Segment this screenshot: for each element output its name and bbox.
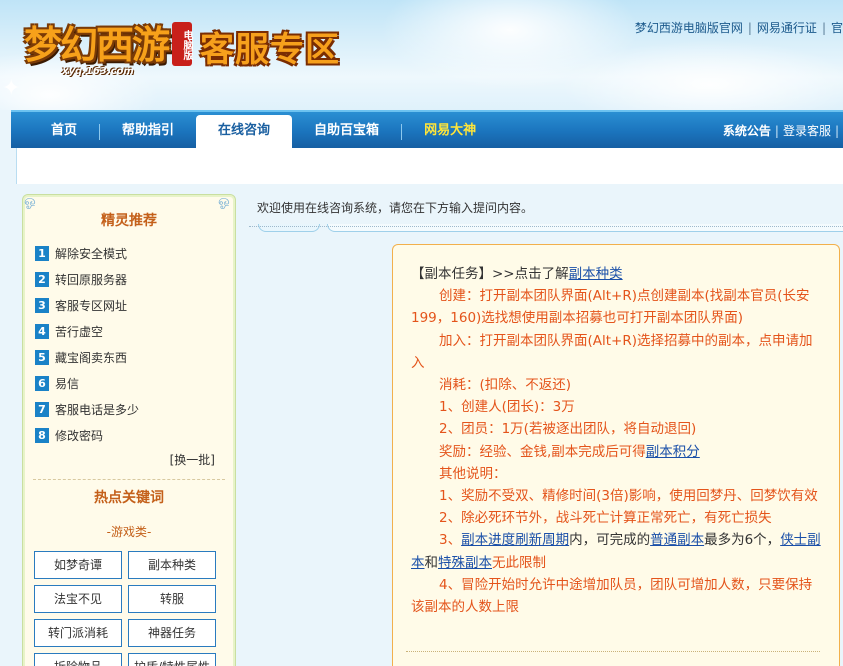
answer-line: 2、团员：1万(若被逐出团队，将自动退回) bbox=[439, 421, 697, 438]
list-item-label[interactable]: 客服电话是多少 bbox=[55, 401, 139, 418]
keyword-button[interactable]: 拆除物品 bbox=[34, 653, 122, 666]
main-nav: 首页 帮助指引 在线咨询 自助百宝箱 网易大神 系统公告 | 登录客服 | bbox=[11, 110, 843, 150]
number-badge: 1 bbox=[35, 245, 49, 261]
nav-self-service[interactable]: 自助百宝箱 bbox=[292, 112, 401, 148]
page-title: 客服专区 bbox=[200, 30, 340, 70]
swirl-icon: ஓ bbox=[24, 193, 36, 209]
nav-home[interactable]: 首页 bbox=[11, 112, 99, 148]
list-item-label[interactable]: 解除安全模式 bbox=[55, 245, 127, 262]
site-header: ✦ 梦幻西游 电脑版 xyq.163.com 客服专区 梦幻西游电脑版官网 | 网易… bbox=[0, 0, 843, 110]
logo-url: xyq.163.com bbox=[62, 66, 134, 77]
number-badge: 5 bbox=[35, 349, 49, 365]
keyword-button[interactable]: 神器任务 bbox=[128, 619, 216, 647]
welcome-message: 欢迎使用在线咨询系统，请您在下方输入提问内容。 bbox=[257, 201, 534, 215]
answer-line-text: 和 bbox=[424, 554, 439, 571]
list-item[interactable]: 1 解除安全模式 bbox=[35, 240, 225, 266]
answer-line: 消耗：(扣除、不返还) bbox=[439, 377, 572, 394]
logo-edition-badge: 电脑版 bbox=[172, 22, 192, 66]
nav-right-links: 系统公告 | 登录客服 | bbox=[723, 112, 843, 148]
answer-bubble: 【副本任务】>>点击了解副本种类 创建：打开副本团队界面(Alt+R)点创建副本… bbox=[392, 244, 840, 666]
number-badge: 7 bbox=[35, 401, 49, 417]
hot-keywords-heading: 热点关键词 bbox=[94, 490, 164, 506]
divider bbox=[249, 226, 843, 227]
link-netease-passport[interactable]: 网易通行证 bbox=[757, 21, 817, 35]
list-item-label[interactable]: 藏宝阁卖东西 bbox=[55, 349, 127, 366]
number-badge: 8 bbox=[35, 427, 49, 443]
list-item[interactable]: 7 客服电话是多少 bbox=[35, 396, 225, 422]
answer-line: 1、奖励不受双、精修时间(3倍)影响，使用回梦丹、回梦饮有效 bbox=[439, 488, 818, 505]
logo[interactable]: 梦幻西游 电脑版 xyq.163.com 客服专区 bbox=[14, 8, 359, 86]
number-badge: 4 bbox=[35, 323, 49, 339]
answer-line: 1、创建人(团长)：3万 bbox=[439, 399, 575, 416]
link-login-service[interactable]: 登录客服 bbox=[783, 124, 831, 138]
number-badge: 2 bbox=[35, 271, 49, 287]
list-item-label[interactable]: 修改密码 bbox=[55, 427, 103, 444]
keyword-button[interactable]: 如梦奇谭 bbox=[34, 551, 122, 579]
link-refresh-cycle[interactable]: 副本进度刷新周期 bbox=[461, 532, 569, 548]
answer-line: 4、冒险开始时允许中途增加队员，团队可增加人数，只要保持该副本的人数上限 bbox=[411, 576, 813, 616]
list-item-label[interactable]: 转回原服务器 bbox=[55, 271, 127, 288]
link-normal-dungeon[interactable]: 普通副本 bbox=[650, 532, 704, 548]
answer-heading-text: 【副本任务】>>点击了解 bbox=[411, 266, 569, 282]
answer-line: 奖励：经验、金钱,副本完成后可得副本积分 bbox=[411, 441, 821, 463]
keyword-button[interactable]: 转服 bbox=[128, 585, 216, 613]
answer-line-text: 无此限制 bbox=[492, 554, 546, 571]
answer-line: 创建：打开副本团队界面(Alt+R)点创建副本(找副本官员(长安199，160)… bbox=[411, 288, 810, 327]
answer-line: 加入：打开副本团队界面(Alt+R)选择招募中的副本，点申请加入 bbox=[411, 332, 813, 371]
divider: | bbox=[774, 124, 779, 138]
list-item[interactable]: 8 修改密码 bbox=[35, 422, 225, 448]
recommend-heading: 精灵推荐 bbox=[101, 213, 157, 229]
keyword-button[interactable]: 护盾/特性属性 bbox=[128, 653, 216, 666]
nav-online-consult[interactable]: 在线咨询 bbox=[196, 115, 293, 150]
list-item[interactable]: 2 转回原服务器 bbox=[35, 266, 225, 292]
list-item[interactable]: 6 易信 bbox=[35, 370, 225, 396]
answer-line: 其他说明： bbox=[439, 465, 507, 482]
list-item-label[interactable]: 易信 bbox=[55, 375, 79, 392]
list-item-label[interactable]: 客服专区网址 bbox=[55, 297, 127, 314]
link-dungeon-points[interactable]: 副本积分 bbox=[646, 444, 700, 460]
sub-bar bbox=[16, 148, 843, 184]
top-links: 梦幻西游电脑版官网 | 网易通行证 | 官 bbox=[635, 19, 843, 36]
keyword-button[interactable]: 法宝不见 bbox=[34, 585, 122, 613]
divider-truncated: | bbox=[834, 124, 839, 138]
link-dungeon-types[interactable]: 副本种类 bbox=[569, 266, 623, 282]
sidebar: ஓ ஓ 精灵推荐 1 解除安全模式 2 转回原服务器 3 客服专区网址 4 苦行虚空 5… bbox=[22, 193, 236, 666]
number-badge: 6 bbox=[35, 375, 49, 391]
answer-line-text: 3、 bbox=[439, 532, 462, 549]
number-badge: 3 bbox=[35, 297, 49, 313]
answer-line-text: 内，可完成的 bbox=[569, 532, 651, 549]
answer-heading: 【副本任务】>>点击了解副本种类 bbox=[411, 263, 821, 285]
change-batch-link[interactable]: [换一批] bbox=[170, 451, 215, 468]
list-item[interactable]: 3 客服专区网址 bbox=[35, 292, 225, 318]
link-special-dungeon[interactable]: 特殊副本 bbox=[438, 555, 492, 571]
category-label: -游戏类- bbox=[106, 525, 152, 539]
link-official-site[interactable]: 梦幻西游电脑版官网 bbox=[635, 21, 743, 35]
nav-tabs: 首页 帮助指引 在线咨询 自助百宝箱 网易大神 bbox=[11, 112, 498, 150]
list-item-label[interactable]: 苦行虚空 bbox=[55, 323, 103, 340]
answer-line-text: 奖励：经验、金钱,副本完成后可得 bbox=[439, 443, 646, 460]
divider: | bbox=[821, 21, 826, 35]
divider bbox=[33, 479, 225, 480]
nav-help-guide[interactable]: 帮助指引 bbox=[100, 112, 196, 148]
list-item[interactable]: 5 藏宝阁卖东西 bbox=[35, 344, 225, 370]
answer-line-text: 最多为6个， bbox=[704, 532, 781, 549]
link-system-announcement[interactable]: 系统公告 bbox=[723, 124, 771, 138]
logo-game-name: 梦幻西游 bbox=[24, 23, 170, 67]
divider: | bbox=[747, 21, 752, 35]
divider bbox=[406, 651, 820, 652]
nav-netease-dashen[interactable]: 网易大神 bbox=[402, 112, 498, 148]
answer-line: 3、副本进度刷新周期内，可完成的普通副本最多为6个，侠士副本和特殊副本无此限制 bbox=[411, 529, 821, 573]
answer-line: 2、除必死环节外，战斗死亡计算正常死亡，有死亡损失 bbox=[439, 510, 772, 527]
keyword-button[interactable]: 转门派消耗 bbox=[34, 619, 122, 647]
list-item[interactable]: 4 苦行虚空 bbox=[35, 318, 225, 344]
link-official-truncated[interactable]: 官 bbox=[831, 21, 843, 35]
swirl-icon: ஓ bbox=[218, 193, 230, 209]
recommend-list: 1 解除安全模式 2 转回原服务器 3 客服专区网址 4 苦行虚空 5 藏宝阁卖东西 6易… bbox=[35, 240, 225, 448]
keyword-button[interactable]: 副本种类 bbox=[128, 551, 216, 579]
